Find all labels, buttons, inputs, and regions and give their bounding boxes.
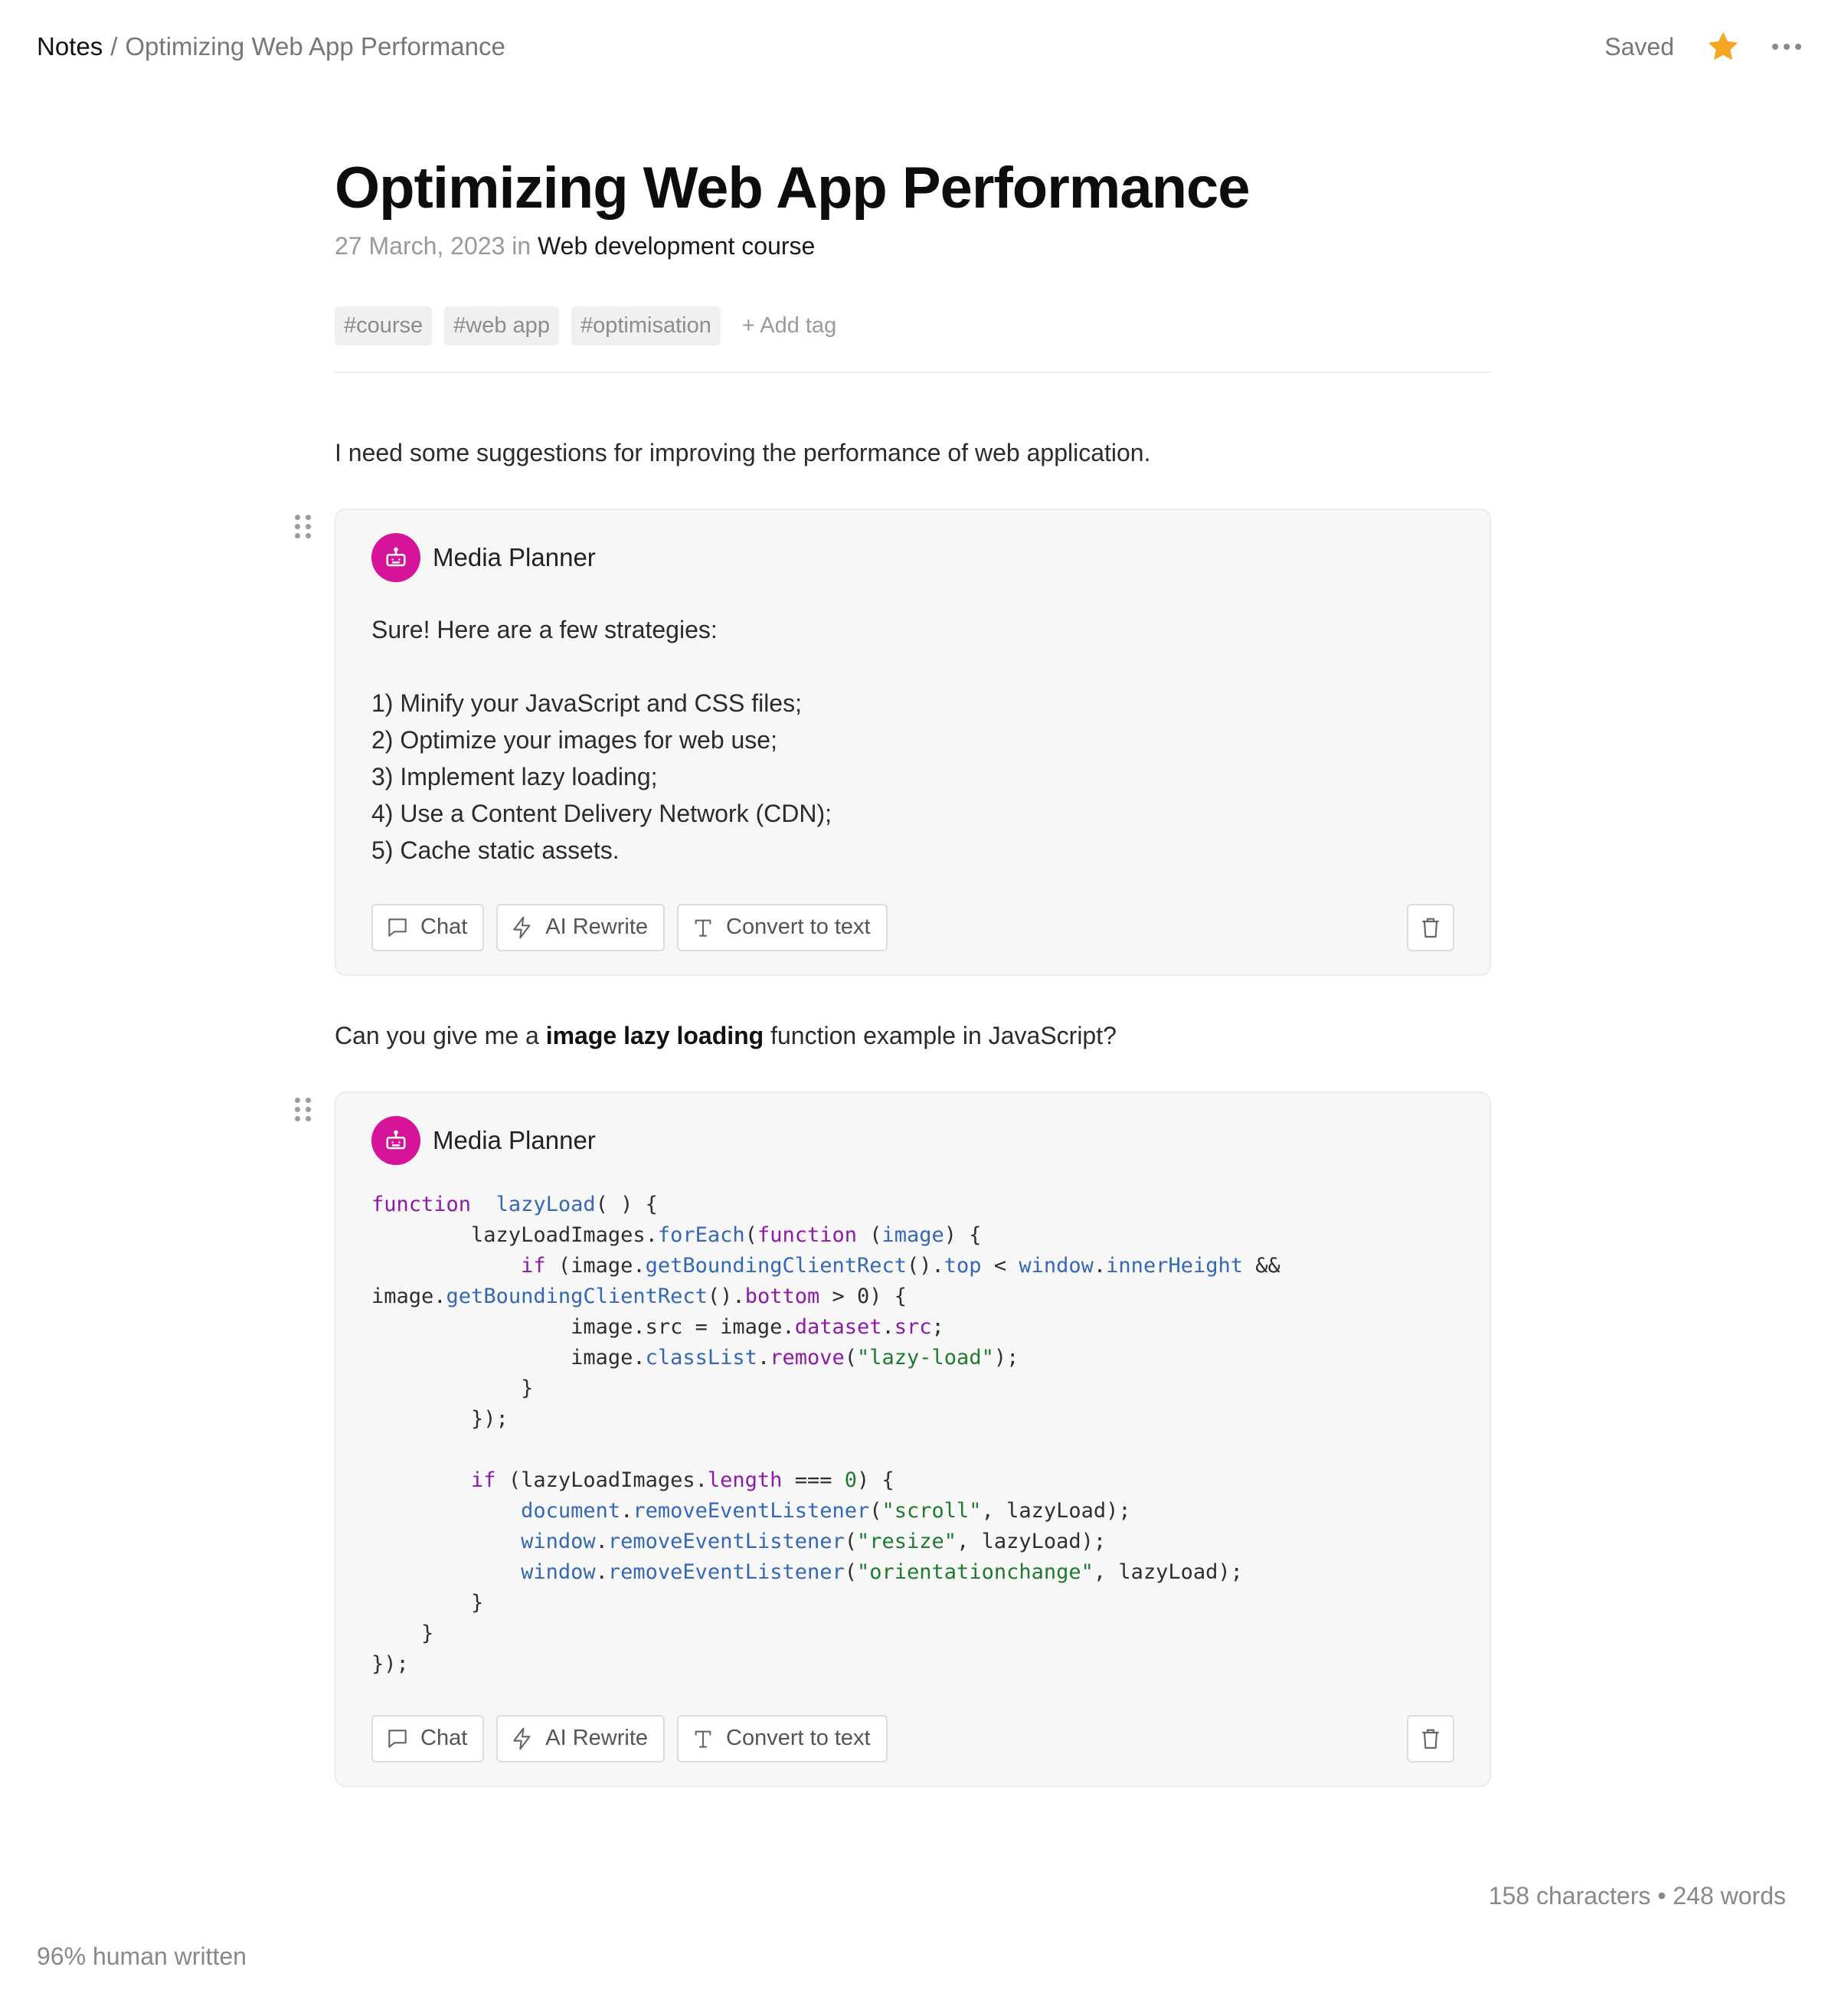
chat-bubble-icon (388, 1730, 407, 1748)
trash-icon (1422, 1729, 1439, 1749)
code-line: window.removeEventListener("resize", laz… (521, 1529, 1107, 1553)
save-status: Saved (1604, 32, 1674, 61)
ai-rewrite-label: AI Rewrite (545, 1726, 649, 1751)
breadcrumb: Notes / Optimizing Web App Performance (37, 32, 505, 61)
chat-label: Chat (420, 915, 468, 940)
text-type-icon (695, 919, 711, 937)
list-item: 1) Minify your JavaScript and CSS files; (371, 689, 802, 717)
code-line: image.classList.remove("lazy-load"); (371, 1345, 1019, 1370)
meta-in: in (512, 232, 531, 260)
convert-label: Convert to text (726, 915, 871, 940)
code-line: image.getBoundingClientRect().bottom > 0… (371, 1284, 908, 1308)
note-meta: 27 March, 2023 in Web development course (335, 232, 1491, 260)
robot-avatar-icon (371, 532, 420, 582)
convert-to-text-button[interactable]: Convert to text (677, 1714, 888, 1762)
code-block[interactable]: function lazyLoad( ) { lazyLoadImages.fo… (371, 1190, 1454, 1680)
prompt-text-after: function example in JavaScript? (764, 1021, 1117, 1049)
text-type-icon (695, 1730, 711, 1748)
list-item: 2) Optimize your images for web use; (371, 725, 777, 754)
code-line: } (371, 1621, 434, 1645)
trash-icon (1422, 918, 1439, 938)
code-line: } (371, 1376, 534, 1400)
card-header: Media Planner (371, 1115, 1454, 1165)
ai-response-card: Media Planner Sure! Here are a few strat… (335, 508, 1491, 976)
list-item: 3) Implement lazy loading; (371, 762, 658, 790)
chat-label: Chat (420, 1726, 468, 1751)
tag-optimisation[interactable]: #optimisation (571, 306, 721, 346)
agent-name: Media Planner (433, 542, 596, 571)
list-item: 4) Use a Content Delivery Network (CDN); (371, 799, 832, 827)
top-actions: Saved (1604, 30, 1801, 64)
lightning-icon (513, 916, 531, 939)
word-count: 158 characters • 248 words (1488, 1882, 1786, 1910)
user-prompt-1[interactable]: I need some suggestions for improving th… (335, 436, 1491, 470)
response-text: Sure! Here are a few strategies: 1) Mini… (371, 611, 1454, 869)
ai-rewrite-label: AI Rewrite (545, 915, 649, 940)
top-bar: Notes / Optimizing Web App Performance S… (37, 28, 1801, 66)
code-line: }); (371, 1406, 509, 1431)
ai-response-card: Media Planner function lazyLoad( ) { laz… (335, 1091, 1491, 1787)
breadcrumb-current: Optimizing Web App Performance (125, 32, 505, 61)
convert-label: Convert to text (726, 1726, 871, 1751)
chat-bubble-icon (388, 918, 407, 937)
code-line: lazyLoadImages.forEach(function (image) … (371, 1222, 982, 1247)
drag-handle-icon[interactable] (295, 1097, 312, 1121)
note-title[interactable]: Optimizing Web App Performance (335, 153, 1491, 223)
breadcrumb-separator: / (110, 32, 118, 61)
ai-response-block-1: Media Planner Sure! Here are a few strat… (295, 508, 1491, 976)
lightning-icon (513, 1727, 531, 1750)
note-course-link[interactable]: Web development course (538, 232, 815, 260)
chat-button[interactable]: Chat (371, 903, 485, 951)
note-content: Optimizing Web App Performance 27 March,… (295, 153, 1491, 1787)
prompt-text-before: Can you give me a (335, 1021, 546, 1049)
convert-to-text-button[interactable]: Convert to text (677, 903, 888, 951)
ai-rewrite-button[interactable]: AI Rewrite (496, 1714, 666, 1762)
more-horizontal-icon[interactable] (1772, 44, 1801, 50)
code-line: document.removeEventListener("scroll", l… (521, 1498, 1131, 1523)
card-actions: Chat AI Rewrite Convert to text (371, 903, 1454, 951)
agent-name: Media Planner (433, 1125, 596, 1154)
code-line: function lazyLoad( ) { (371, 1192, 658, 1216)
robot-avatar-icon (371, 1115, 420, 1165)
user-prompt-2[interactable]: Can you give me a image lazy loading fun… (335, 1019, 1491, 1053)
note-editor-page: Notes / Optimizing Web App Performance S… (0, 0, 1838, 2016)
note-date: 27 March, 2023 (335, 232, 505, 260)
code-line: window.removeEventListener("orientationc… (521, 1559, 1243, 1584)
delete-button[interactable] (1407, 903, 1454, 951)
code-line: if (image.getBoundingClientRect().top < … (521, 1253, 1280, 1278)
code-line: if (lazyLoadImages.length === 0) { (471, 1468, 894, 1492)
code-line: image.src = image.dataset.src; (371, 1314, 944, 1339)
ai-rewrite-button[interactable]: AI Rewrite (496, 903, 666, 951)
tag-list: #course #web app #optimisation + Add tag (335, 306, 1491, 374)
tag-course[interactable]: #course (335, 306, 433, 346)
ai-response-block-2: Media Planner function lazyLoad( ) { laz… (295, 1091, 1491, 1787)
prompt-bold-text: image lazy loading (545, 1021, 764, 1049)
tag-web-app[interactable]: #web app (444, 306, 559, 346)
list-item: 5) Cache static assets. (371, 836, 620, 864)
code-line: } (371, 1590, 484, 1615)
add-tag-button[interactable]: + Add tag (742, 313, 836, 339)
card-header: Media Planner (371, 532, 1454, 582)
human-written-score: 96% human written (37, 1942, 247, 1970)
delete-button[interactable] (1407, 1714, 1454, 1762)
code-line: }); (371, 1651, 409, 1676)
card-actions: Chat AI Rewrite Convert to text (371, 1714, 1454, 1762)
star-icon[interactable] (1706, 30, 1740, 64)
chat-button[interactable]: Chat (371, 1714, 485, 1762)
drag-handle-icon[interactable] (295, 514, 312, 538)
response-intro: Sure! Here are a few strategies: (371, 615, 718, 643)
breadcrumb-root[interactable]: Notes (37, 32, 103, 61)
